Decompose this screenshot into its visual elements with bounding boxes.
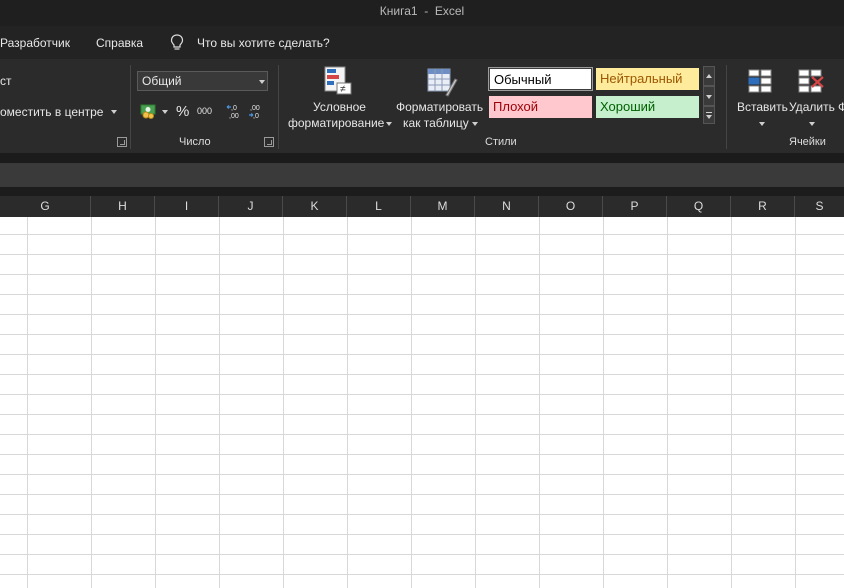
svg-text:,0: ,0	[231, 105, 237, 112]
conditional-formatting-caret[interactable]	[386, 122, 392, 126]
column-header-r[interactable]: R	[731, 196, 795, 217]
accounting-dropdown-caret[interactable]	[162, 110, 168, 114]
group-separator	[130, 65, 131, 149]
wrap-text-button[interactable]: ст	[0, 74, 12, 88]
formula-bar[interactable]	[0, 163, 844, 187]
increase-decimal-icon[interactable]: ,0 ,00	[226, 102, 244, 120]
format-cells-button[interactable]: Ф	[838, 100, 844, 114]
insert-cells-icon[interactable]	[747, 67, 775, 95]
comma-style-button[interactable]: 000	[197, 106, 212, 116]
format-as-table-label-1[interactable]: Форматировать	[396, 100, 483, 114]
group-separator	[278, 65, 279, 149]
column-header-i[interactable]: I	[155, 196, 219, 217]
conditional-formatting-label-1[interactable]: Условное	[313, 100, 366, 114]
style-bad[interactable]: Плохой	[489, 96, 592, 118]
tell-me-search[interactable]: Что вы хотите сделать?	[197, 36, 330, 50]
merge-dropdown-caret[interactable]	[111, 110, 117, 114]
column-header-h[interactable]: H	[91, 196, 155, 217]
column-header-l[interactable]: L	[347, 196, 411, 217]
svg-text:,0: ,0	[253, 113, 259, 120]
delete-cells-icon[interactable]	[797, 67, 825, 95]
gallery-more-button[interactable]	[703, 106, 715, 124]
merge-center-button[interactable]: оместить в центре	[0, 105, 103, 119]
chevron-down-icon	[259, 80, 265, 84]
column-header-s[interactable]: S	[795, 196, 844, 217]
alignment-dialog-launcher[interactable]	[117, 137, 127, 147]
column-header-g[interactable]: G	[0, 196, 91, 217]
gallery-scroll-up[interactable]	[703, 66, 715, 86]
format-as-table-caret[interactable]	[472, 122, 478, 126]
svg-text:≠: ≠	[340, 84, 346, 95]
number-format-dropdown[interactable]: Общий	[137, 71, 268, 91]
percent-style-button[interactable]: %	[176, 103, 189, 120]
number-dialog-launcher[interactable]	[264, 137, 274, 147]
delete-cells-caret[interactable]	[809, 122, 815, 126]
svg-text:,00: ,00	[229, 113, 239, 120]
number-group-label: Число	[179, 136, 211, 148]
delete-cells-button[interactable]: Удалить	[789, 100, 835, 114]
format-as-table-icon[interactable]	[426, 65, 458, 97]
style-good[interactable]: Хороший	[596, 96, 699, 118]
lightbulb-icon	[170, 34, 184, 52]
column-header-o[interactable]: O	[539, 196, 603, 217]
ribbon-bottom-border	[0, 153, 844, 163]
formula-bar-border	[0, 187, 844, 196]
style-normal[interactable]: Обычный	[488, 67, 593, 91]
style-neutral[interactable]: Нейтральный	[596, 68, 699, 90]
cells-group-label: Ячейки	[789, 136, 826, 148]
conditional-formatting-button[interactable]: форматирование	[288, 116, 384, 130]
gallery-scroll-down[interactable]	[703, 86, 715, 106]
window-title: Книга1 - Excel	[379, 4, 465, 18]
number-format-value: Общий	[142, 74, 182, 88]
accounting-format-icon[interactable]	[140, 101, 158, 119]
column-header-p[interactable]: P	[603, 196, 667, 217]
column-header-m[interactable]: M	[411, 196, 475, 217]
svg-text:,00: ,00	[250, 105, 260, 112]
column-header-j[interactable]: J	[219, 196, 283, 217]
conditional-formatting-icon[interactable]: ≠	[323, 64, 355, 96]
column-headers: G H I J K L M N O P Q R S	[0, 196, 844, 218]
column-header-q[interactable]: Q	[667, 196, 731, 217]
ribbon: ст оместить в центре Общий % 000 ,0 ,00 …	[0, 59, 844, 153]
insert-cells-button[interactable]: Вставить	[737, 100, 788, 114]
decrease-decimal-icon[interactable]: ,00 ,0	[248, 102, 266, 120]
group-separator	[726, 65, 727, 149]
tab-help[interactable]: Справка	[96, 36, 143, 50]
styles-group-label: Стили	[485, 136, 517, 148]
ribbon-tabs: Разработчик Справка Что вы хотите сделат…	[0, 26, 844, 59]
column-header-k[interactable]: K	[283, 196, 347, 217]
title-bar: Книга1 - Excel	[0, 0, 844, 26]
column-header-n[interactable]: N	[475, 196, 539, 217]
format-as-table-button[interactable]: как таблицу	[403, 116, 469, 130]
insert-cells-caret[interactable]	[759, 122, 765, 126]
worksheet-grid[interactable]	[0, 217, 844, 588]
tab-developer[interactable]: Разработчик	[0, 36, 70, 50]
